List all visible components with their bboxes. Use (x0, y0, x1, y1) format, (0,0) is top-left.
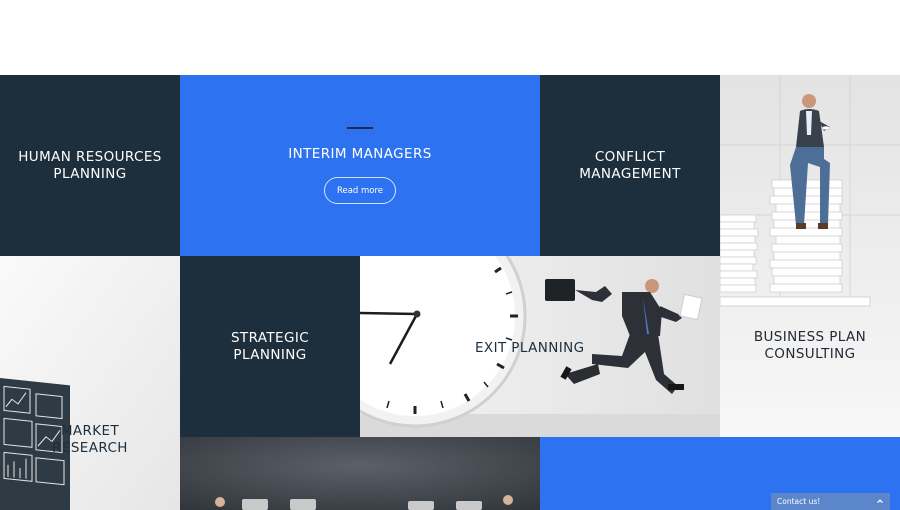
tile-meeting-photo[interactable] (180, 437, 540, 510)
tile-title: INTERIM MANAGERS (288, 146, 432, 162)
contact-us-widget[interactable]: Contact us! (771, 493, 890, 510)
interim-content: INTERIM MANAGERS Read more (288, 127, 431, 204)
tile-title: CONFLICT MANAGEMENT (579, 148, 681, 182)
chevron-up-icon (876, 497, 884, 507)
market-research-photo (0, 256, 180, 510)
tile-business-plan-consulting[interactable]: BUSINESS PLAN CONSULTING (720, 75, 900, 437)
tile-title: STRATEGIC PLANNING (230, 329, 310, 363)
tile-exit-planning[interactable]: EXIT PLANNING (360, 256, 720, 437)
tile-title: BUSINESS PLAN CONSULTING (753, 329, 867, 362)
contact-label: Contact us! (777, 497, 821, 506)
meeting-room-photo (180, 437, 540, 510)
tile-market-research[interactable]: MARKET RESEARCH (0, 256, 180, 510)
divider (346, 127, 373, 129)
tile-strategic-planning[interactable]: STRATEGIC PLANNING (180, 256, 360, 437)
tile-interim-managers[interactable]: INTERIM MANAGERS Read more (180, 75, 540, 256)
tile-conflict-management[interactable]: CONFLICT MANAGEMENT (540, 75, 720, 256)
businessman-on-books-photo (720, 75, 900, 437)
tile-title: MARKET RESEARCH (52, 423, 128, 456)
tile-title: EXIT PLANNING (475, 340, 585, 356)
read-more-button[interactable]: Read more (323, 177, 396, 204)
tile-title: HUMAN RESOURCES PLANNING (18, 148, 162, 182)
tile-blue-bottom[interactable] (540, 437, 720, 510)
tile-human-resources-planning[interactable]: HUMAN RESOURCES PLANNING (0, 75, 180, 256)
